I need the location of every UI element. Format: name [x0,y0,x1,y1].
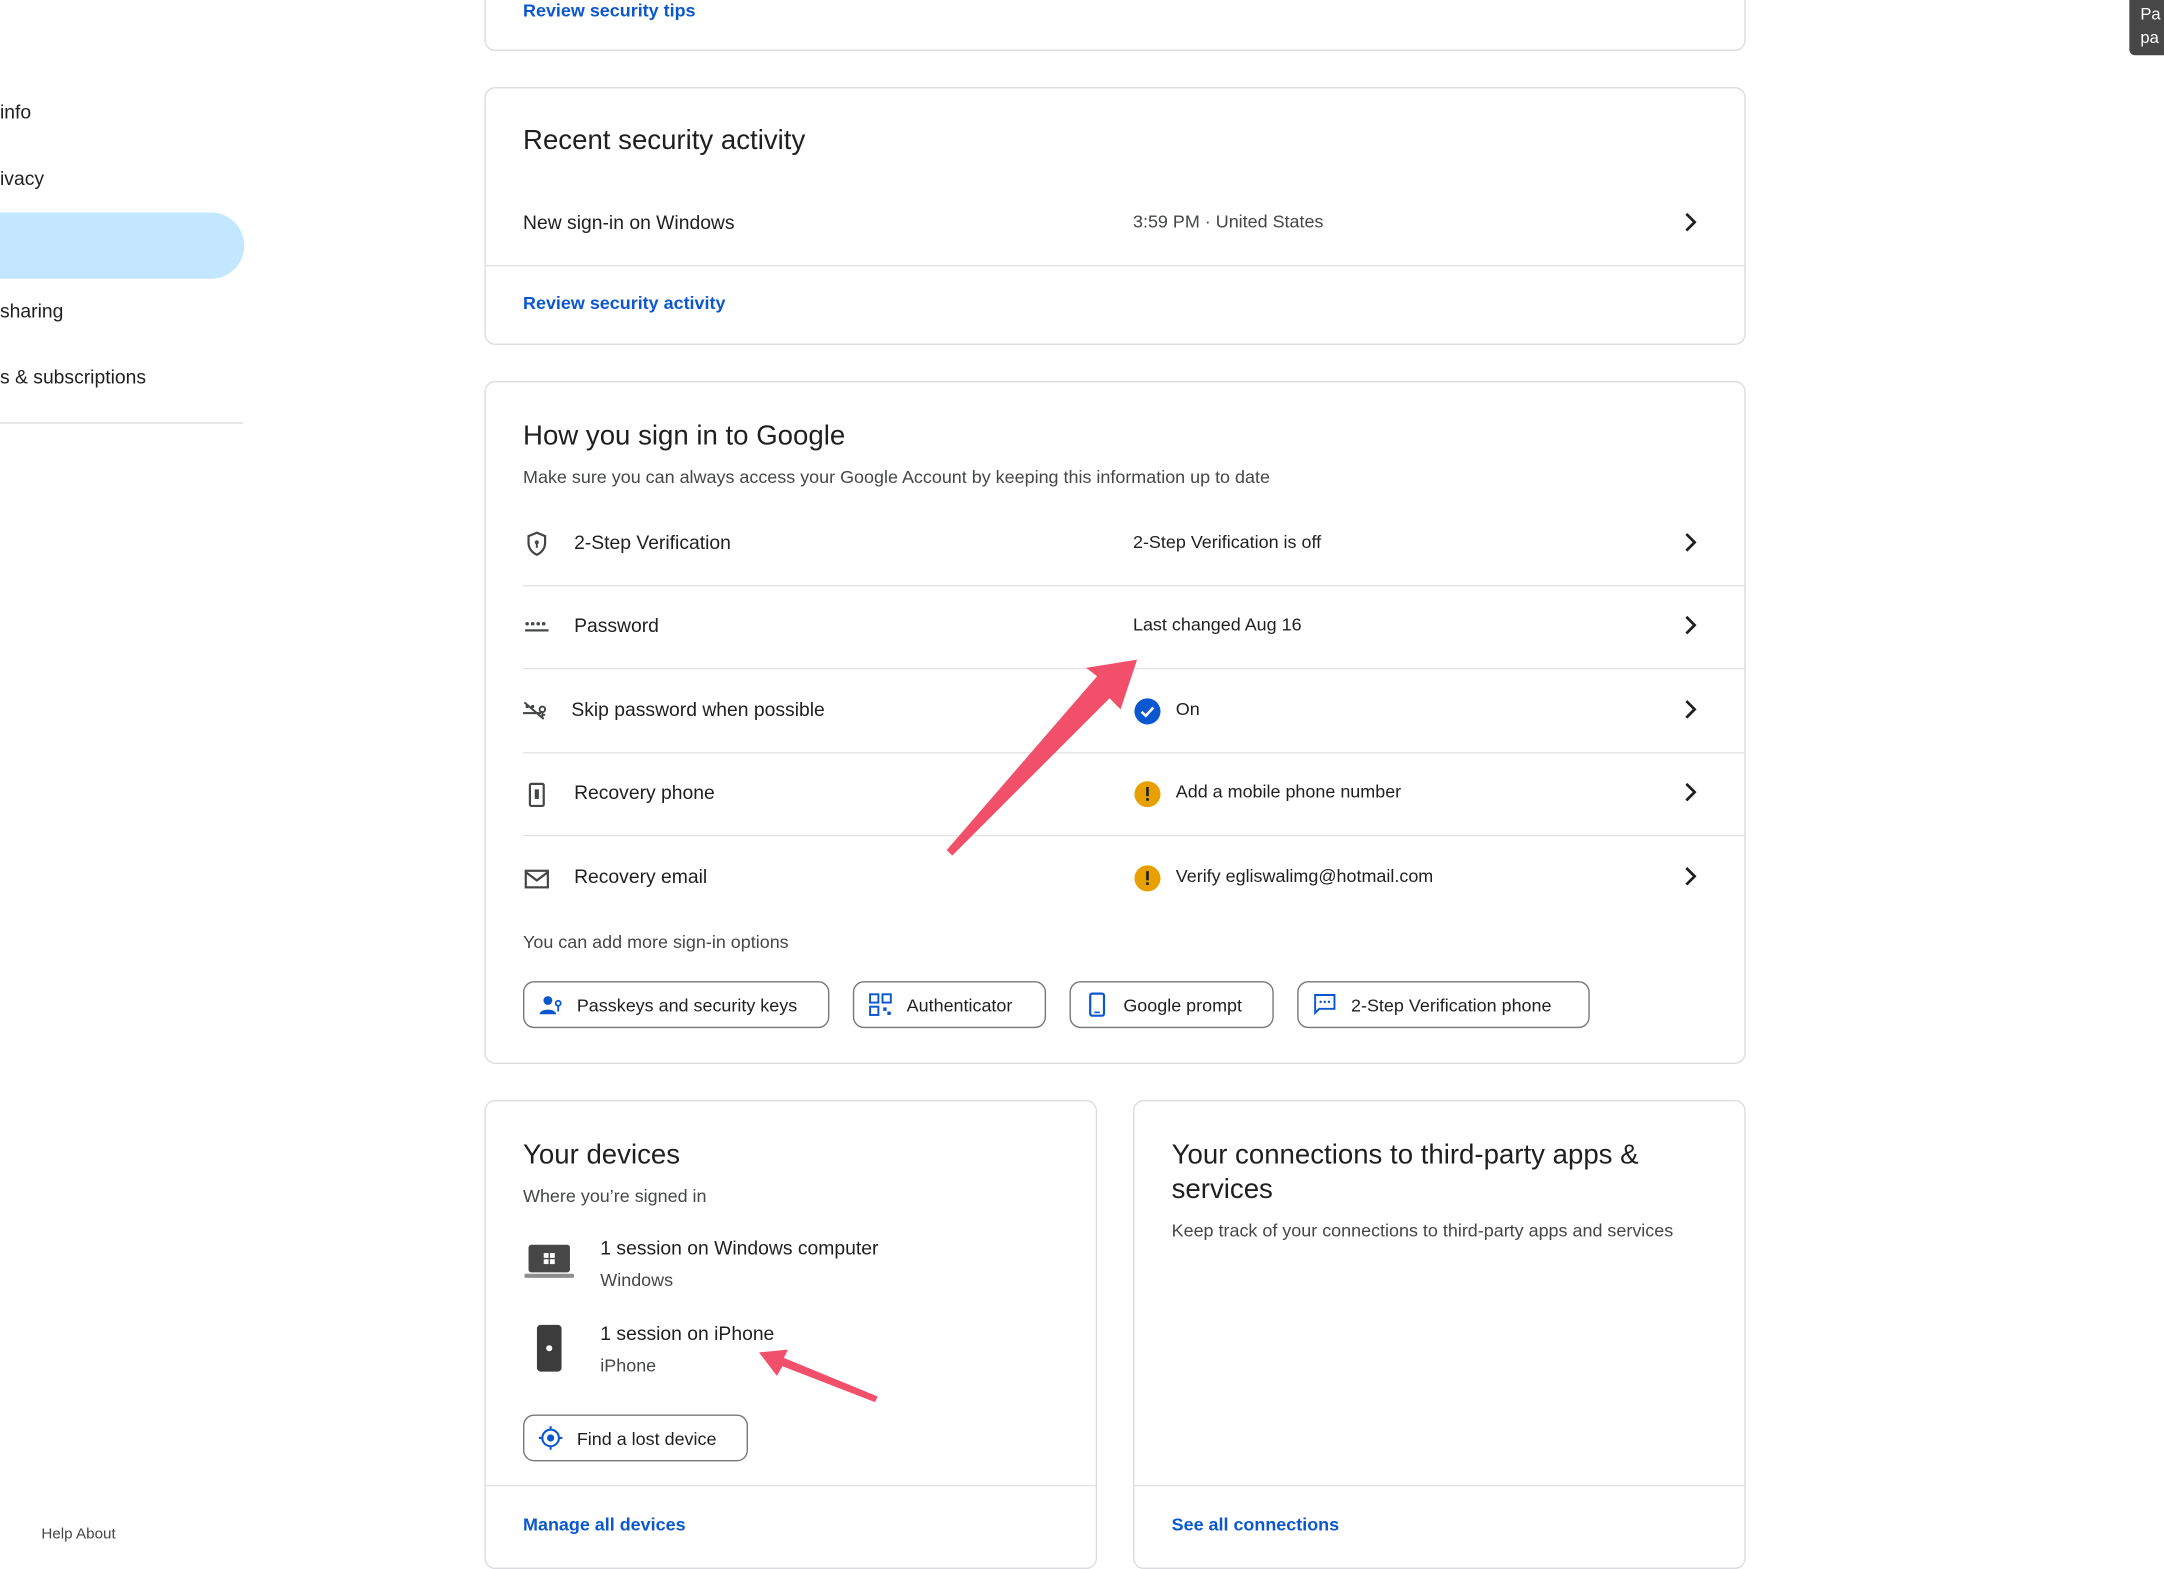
phone-outline-icon [1089,992,1106,1017]
card-subtitle: Keep track of your connections to third-… [1171,1219,1674,1241]
row-label: 2-Step Verification [574,531,731,554]
row-label: Skip password when possible [571,698,825,721]
button-label: Authenticator [906,994,1013,1015]
divider [523,752,1745,754]
row-label: Recovery email [574,865,708,888]
iphone-icon [536,1324,562,1372]
button-label: 2-Step Verification phone [1351,994,1552,1015]
passkey-person-icon [539,996,562,1015]
authenticator-button[interactable]: Authenticator [852,981,1047,1029]
phone-icon [528,782,545,808]
page-stage: info ivacy sharing s & subscriptions Hel… [0,0,2164,1569]
review-security-tips-link[interactable]: Review security tips [523,0,696,21]
activity-event: New sign-in on Windows [523,211,735,234]
manage-all-devices-link[interactable]: Manage all devices [523,1514,686,1535]
how-you-sign-in-card: How you sign in to Google Make sure you … [484,380,1746,1064]
row-value: On [1175,698,1200,719]
device-os: Windows [600,1269,674,1291]
chevron-right-icon [1685,700,1697,719]
card-title: Your devices [523,1139,681,1171]
divider [523,834,1745,837]
see-all-connections-link[interactable]: See all connections [1172,1514,1339,1535]
chevron-right-icon [1685,867,1697,886]
warning-icon [1134,781,1161,808]
your-devices-card: Your devices Where you’re signed in 1 se… [484,1099,1098,1569]
chevron-right-icon [1685,782,1697,802]
windows-laptop-icon [524,1244,575,1278]
sidebar-footer-links[interactable]: Help About [41,1526,115,1543]
divider [1134,1484,1745,1487]
divider [523,667,1745,670]
corner-chip-line2: pa [2140,27,2159,47]
passkey-icon [523,701,547,720]
review-security-activity-link[interactable]: Review security activity [523,293,725,314]
sms-icon [1314,994,1336,1016]
row-value: Last changed Aug 16 [1132,614,1302,635]
check-circle-icon [1134,698,1161,725]
device-name: 1 session on Windows computer [600,1236,879,1259]
third-party-connections-card: Your connections to third-party apps & s… [1132,1099,1746,1569]
sidebar-item-personal-info[interactable]: info [0,79,31,145]
sidebar-item-people-sharing[interactable]: sharing [0,277,63,343]
button-label: Passkeys and security keys [576,994,798,1015]
card-title-line2: services [1171,1174,1273,1205]
chevron-right-icon [1685,533,1697,552]
row-value: 2-Step Verification is off [1132,531,1322,552]
device-os: iPhone [600,1355,657,1376]
password-dots-icon [525,621,549,632]
qr-icon [869,993,892,1016]
passkeys-button[interactable]: Passkeys and security keys [523,981,830,1029]
find-lost-device-button[interactable]: Find a lost device [523,1414,748,1462]
device-name: 1 session on iPhone [600,1322,775,1345]
two-step-phone-button[interactable]: 2-Step Verification phone [1297,981,1590,1029]
button-label: Google prompt [1123,994,1242,1015]
recent-security-activity-card: Recent security activity New sign-in on … [484,86,1746,345]
mail-icon [524,869,549,889]
row-label: Password [574,614,659,637]
sidebar-item-payments-subscriptions[interactable]: s & subscriptions [0,344,146,410]
card-title: Recent security activity [523,125,806,156]
sidebar-item-data-privacy[interactable]: ivacy [0,145,44,211]
activity-detail: 3:59 PM · United States [1132,211,1324,232]
button-label: Find a lost device [576,1427,717,1449]
row-value: Add a mobile phone number [1175,781,1402,802]
divider [485,1484,1096,1487]
shield-icon [527,531,547,556]
card-title: How you sign in to Google [523,420,846,452]
warning-icon [1134,865,1161,892]
sidebar-item-security-active[interactable] [0,212,245,279]
sidebar-divider [0,422,243,424]
divider [523,585,1745,587]
corner-chip-line1: Pa [2140,4,2161,24]
google-prompt-button[interactable]: Google prompt [1069,981,1274,1029]
chevron-right-icon [1685,212,1697,232]
row-value: Verify egliswalimg@hotmail.com [1175,865,1434,886]
locate-icon [538,1426,563,1450]
card-subtitle: Where you’re signed in [523,1185,707,1207]
more-signin-options-label: You can add more sign-in options [523,931,789,953]
card-title-line1: Your connections to third-party apps & [1171,1139,1639,1171]
divider [485,264,1745,267]
chevron-right-icon [1685,615,1697,635]
row-label: Recovery phone [574,781,715,804]
card-subtitle: Make sure you can always access your Goo… [523,466,1270,488]
security-tips-card: Review security tips [484,0,1746,52]
corner-chip[interactable]: Pa pa [2129,0,2164,56]
